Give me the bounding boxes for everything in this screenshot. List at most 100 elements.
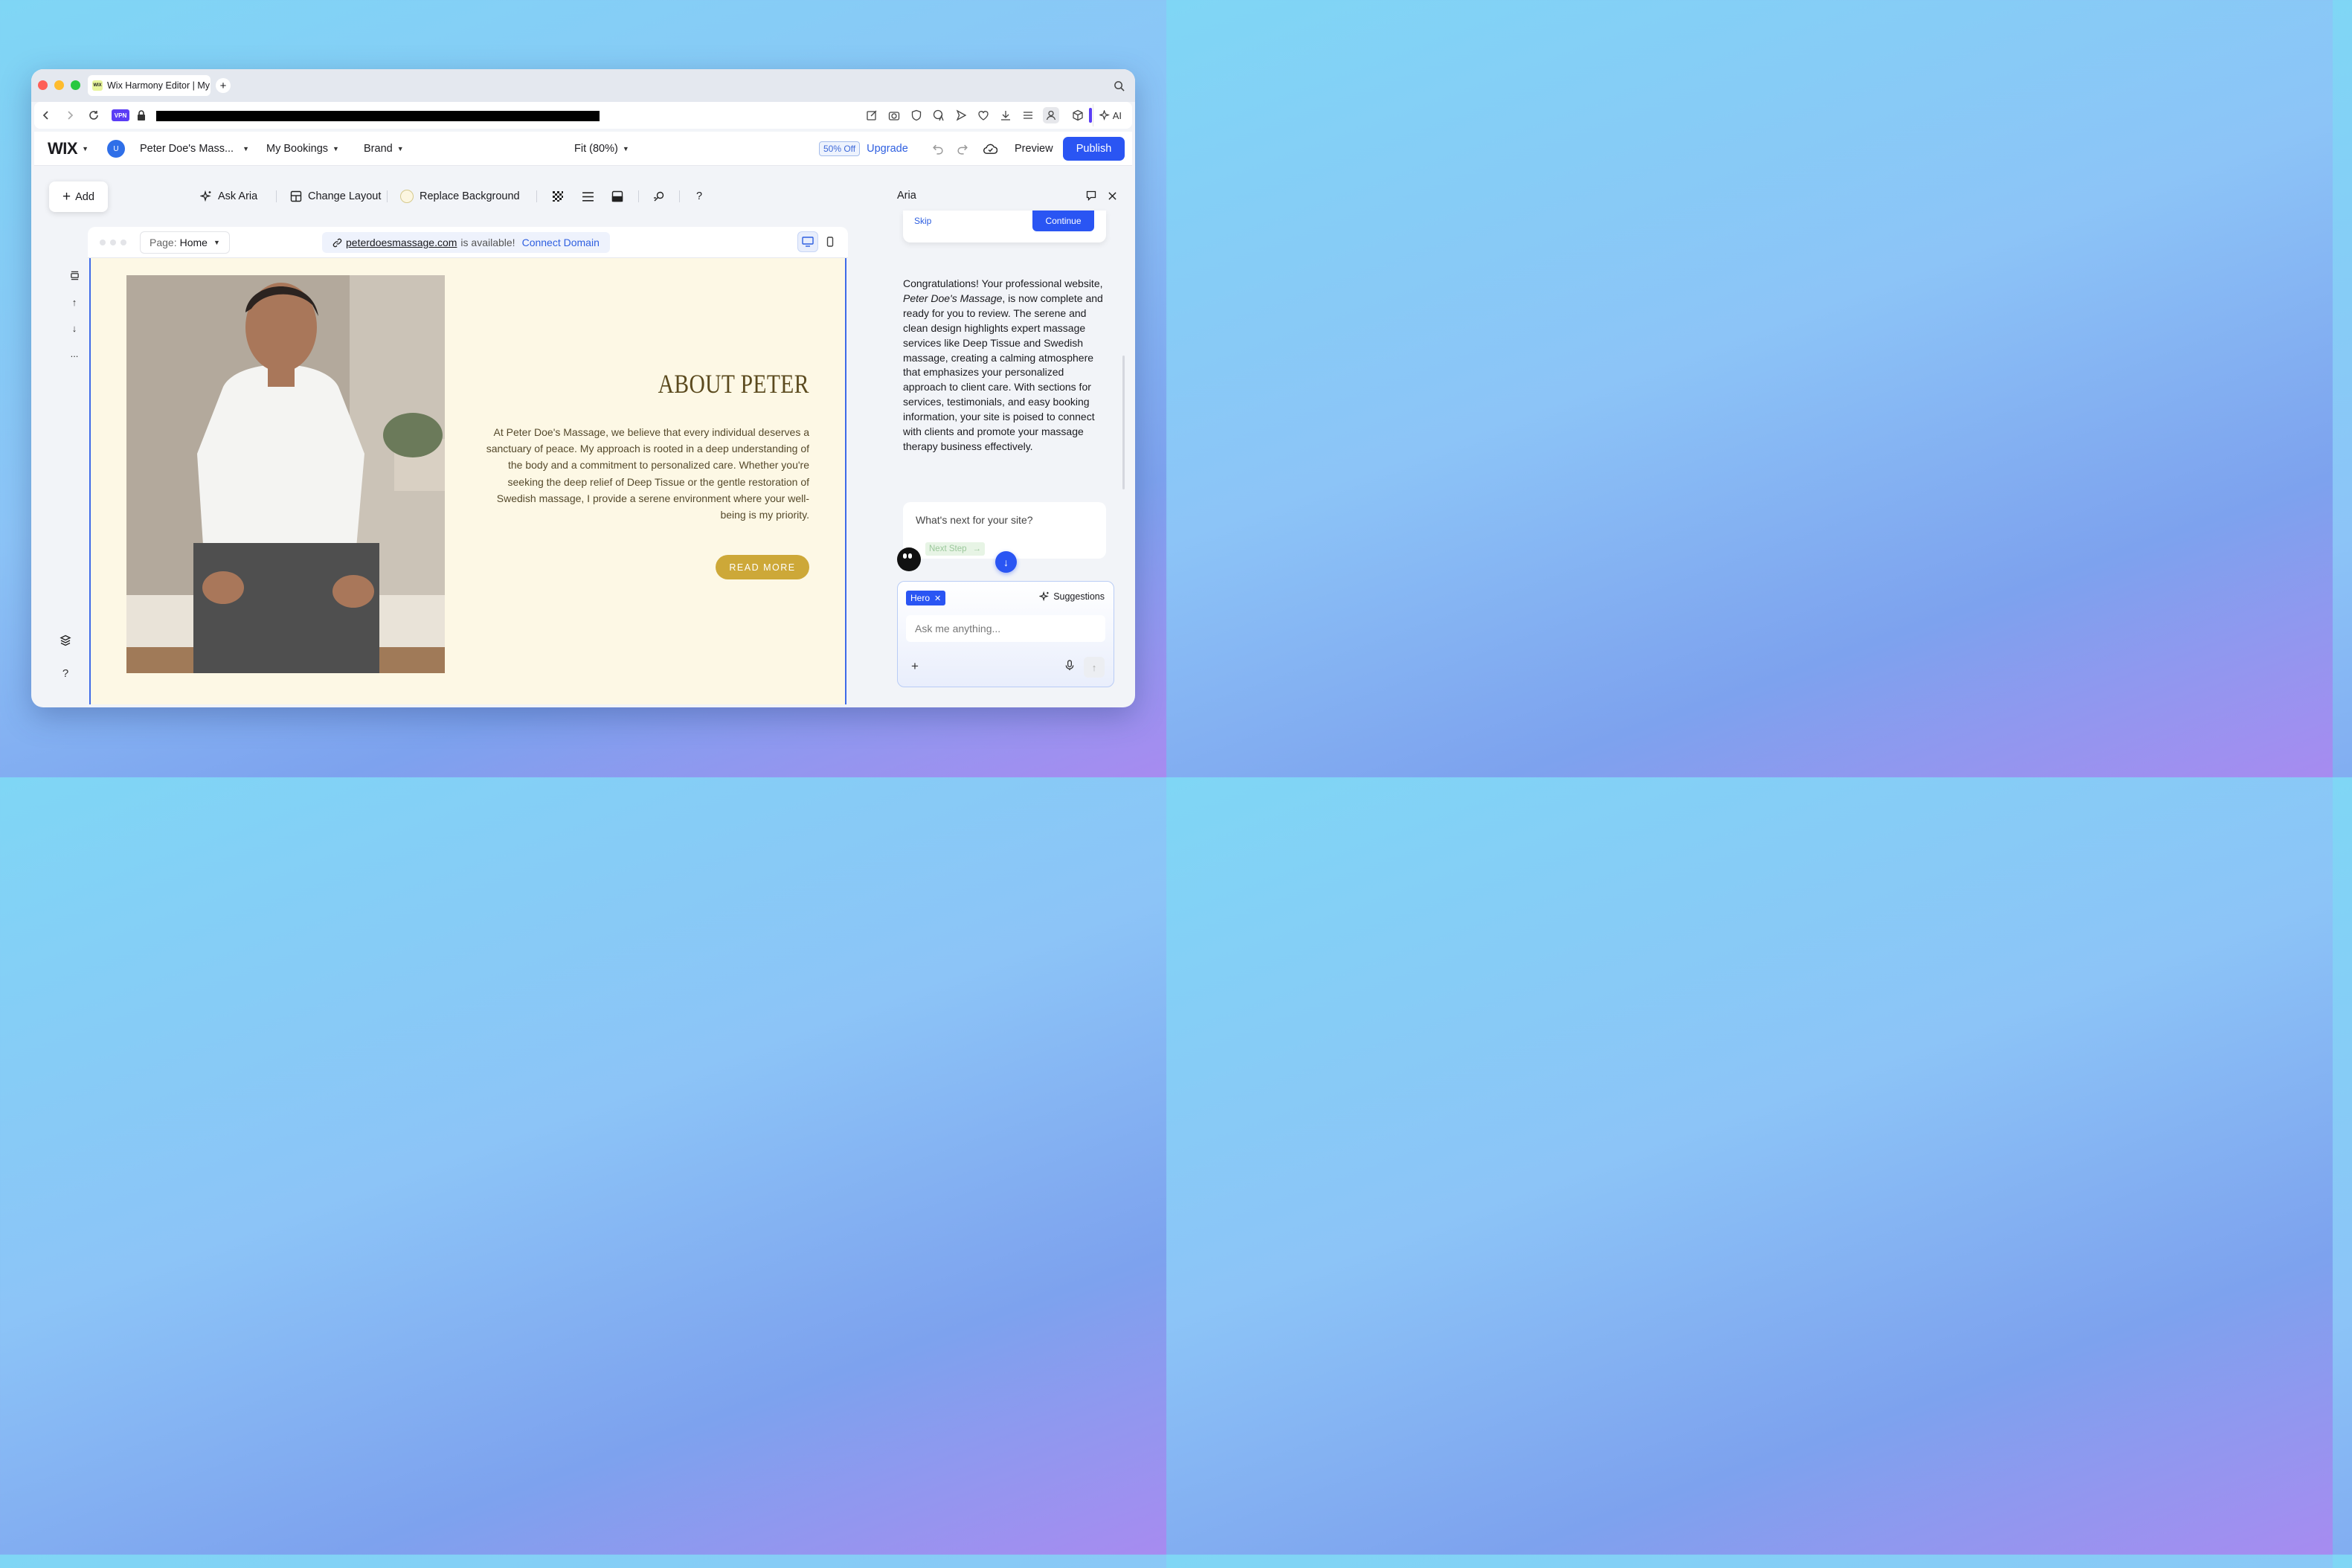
close-window-button[interactable] [38, 80, 48, 90]
sparkle-icon [200, 190, 211, 202]
replace-background-button[interactable]: Replace Background [400, 184, 520, 208]
align-menu-icon[interactable] [582, 184, 594, 208]
profile-icon[interactable] [1043, 107, 1059, 123]
about-title[interactable]: ABOUT PETER [658, 368, 809, 399]
back-icon[interactable] [39, 108, 54, 123]
translate-icon[interactable] [931, 108, 946, 123]
zoom-menu[interactable]: Fit (80%) ▼ [574, 132, 629, 166]
add-button[interactable]: + Add [49, 181, 108, 212]
ai-button[interactable]: AI [1092, 104, 1128, 126]
undo-icon[interactable] [931, 132, 944, 166]
domain-status: is available! [460, 237, 515, 248]
desktop-view-icon[interactable] [797, 231, 818, 252]
aria-composer: Hero ✕ Suggestions Ask me anything... + … [897, 581, 1114, 687]
close-icon[interactable] [1105, 189, 1119, 202]
canvas-header: Page: Home ▼ peterdoesmassage.com is ava… [88, 227, 848, 258]
maximize-window-button[interactable] [71, 80, 80, 90]
extension-cube-icon[interactable] [1070, 108, 1085, 123]
editor-top-bar: WIX ▼ U Peter Doe's Mass... ▼ My Booking… [34, 132, 1132, 166]
minimize-window-button[interactable] [54, 80, 64, 90]
aria-message: Congratulations! Your professional websi… [903, 277, 1108, 454]
play-icon[interactable] [954, 108, 968, 123]
sparkle-icon [1099, 109, 1110, 121]
aria-scrollbar[interactable] [1122, 356, 1125, 489]
search-icon[interactable] [1114, 80, 1125, 95]
toolbar-divider [536, 190, 537, 202]
next-step-label: Next Step [929, 544, 967, 553]
plus-icon: + [62, 189, 71, 205]
page-name: Home [179, 237, 208, 248]
avatar[interactable]: U [107, 140, 125, 158]
change-layout-button[interactable]: Change Layout [290, 184, 381, 208]
about-body-text[interactable]: At Peter Doe's Massage, we believe that … [482, 424, 809, 523]
my-bookings-label: My Bookings [266, 143, 329, 155]
connect-domain-link[interactable]: Connect Domain [522, 237, 600, 248]
mobile-view-icon[interactable] [820, 231, 841, 252]
animation-icon[interactable] [653, 184, 665, 208]
redo-icon[interactable] [957, 132, 969, 166]
cloud-save-icon[interactable] [983, 132, 997, 166]
microphone-icon[interactable] [1065, 660, 1074, 675]
scroll-down-button[interactable]: ↓ [995, 551, 1017, 573]
domain-name[interactable]: peterdoesmassage.com [346, 237, 457, 248]
section-icon[interactable] [67, 268, 82, 283]
hero-chip-label: Hero [910, 593, 931, 603]
read-more-button[interactable]: READ MORE [716, 555, 809, 579]
brand-menu[interactable]: Brand ▼ [364, 132, 404, 166]
move-up-icon[interactable]: ↑ [67, 295, 82, 309]
replace-background-label: Replace Background [420, 190, 520, 202]
wix-menu[interactable]: WIX ▼ [48, 132, 89, 166]
chevron-down-icon: ▼ [242, 145, 249, 152]
layers-icon[interactable] [58, 633, 73, 648]
heart-icon[interactable] [976, 108, 991, 123]
lock-icon[interactable] [134, 108, 149, 123]
more-options-icon[interactable]: ... [67, 346, 82, 361]
send-button[interactable]: ↑ [1084, 657, 1105, 678]
preview-button[interactable]: Preview [1015, 132, 1053, 166]
move-down-icon[interactable]: ↓ [67, 321, 82, 335]
share-icon[interactable] [864, 108, 879, 123]
help-button[interactable]: ? [696, 184, 702, 208]
tab-bar: WIX Wix Harmony Editor | My + [31, 69, 1135, 102]
next-step-button[interactable]: Next Step → [925, 542, 985, 556]
chat-icon[interactable] [1085, 189, 1098, 202]
aria-message-text-cont: , is now complete and ready for you to r… [903, 292, 1103, 452]
site-name: Peter Doe's Mass... [140, 143, 234, 155]
ask-anything-input[interactable]: Ask me anything... [906, 615, 1105, 642]
attach-plus-icon[interactable]: + [911, 659, 919, 674]
site-about-section[interactable]: ABOUT PETER At Peter Doe's Massage, we b… [89, 258, 846, 704]
site-menu[interactable]: U Peter Doe's Mass... ▼ [107, 132, 249, 166]
vpn-badge[interactable]: VPN [112, 109, 129, 121]
settings-sliders-icon[interactable] [1021, 108, 1035, 123]
suggestions-button[interactable]: Suggestions [1039, 591, 1105, 602]
ai-label: AI [1112, 109, 1122, 121]
url-field-redacted[interactable] [156, 111, 600, 121]
aria-action-card: Skip Continue [903, 211, 1106, 242]
pattern-icon[interactable] [552, 184, 564, 208]
continue-button[interactable]: Continue [1032, 211, 1094, 231]
ask-aria-button[interactable]: Ask Aria [200, 184, 257, 208]
publish-button[interactable]: Publish [1063, 137, 1125, 161]
browser-tab[interactable]: WIX Wix Harmony Editor | My [88, 75, 211, 96]
aria-panel-title: Aria [897, 190, 916, 202]
canvas-window-dots [100, 240, 126, 245]
new-tab-button[interactable]: + [216, 78, 231, 93]
my-bookings-menu[interactable]: My Bookings ▼ [266, 132, 339, 166]
upgrade-link[interactable]: Upgrade [867, 143, 908, 155]
domain-banner: peterdoesmassage.com is available! Conne… [322, 232, 610, 253]
image-background-icon[interactable] [611, 184, 623, 208]
remove-chip-icon[interactable]: ✕ [934, 594, 941, 603]
camera-icon[interactable] [887, 108, 902, 123]
shield-icon[interactable] [909, 108, 924, 123]
upgrade-area[interactable]: 50% Off Upgrade [819, 132, 908, 166]
brand-label: Brand [364, 143, 393, 155]
rail-help-button[interactable]: ? [58, 666, 73, 681]
skip-button[interactable]: Skip [914, 216, 931, 226]
page-selector[interactable]: Page: Home ▼ [140, 231, 230, 254]
context-chip-hero[interactable]: Hero ✕ [906, 591, 946, 605]
download-icon[interactable] [998, 108, 1013, 123]
reload-icon[interactable] [86, 108, 101, 123]
chevron-down-icon: ▼ [82, 145, 89, 152]
forward-icon[interactable] [62, 108, 77, 123]
portrait-photo[interactable] [126, 275, 445, 673]
